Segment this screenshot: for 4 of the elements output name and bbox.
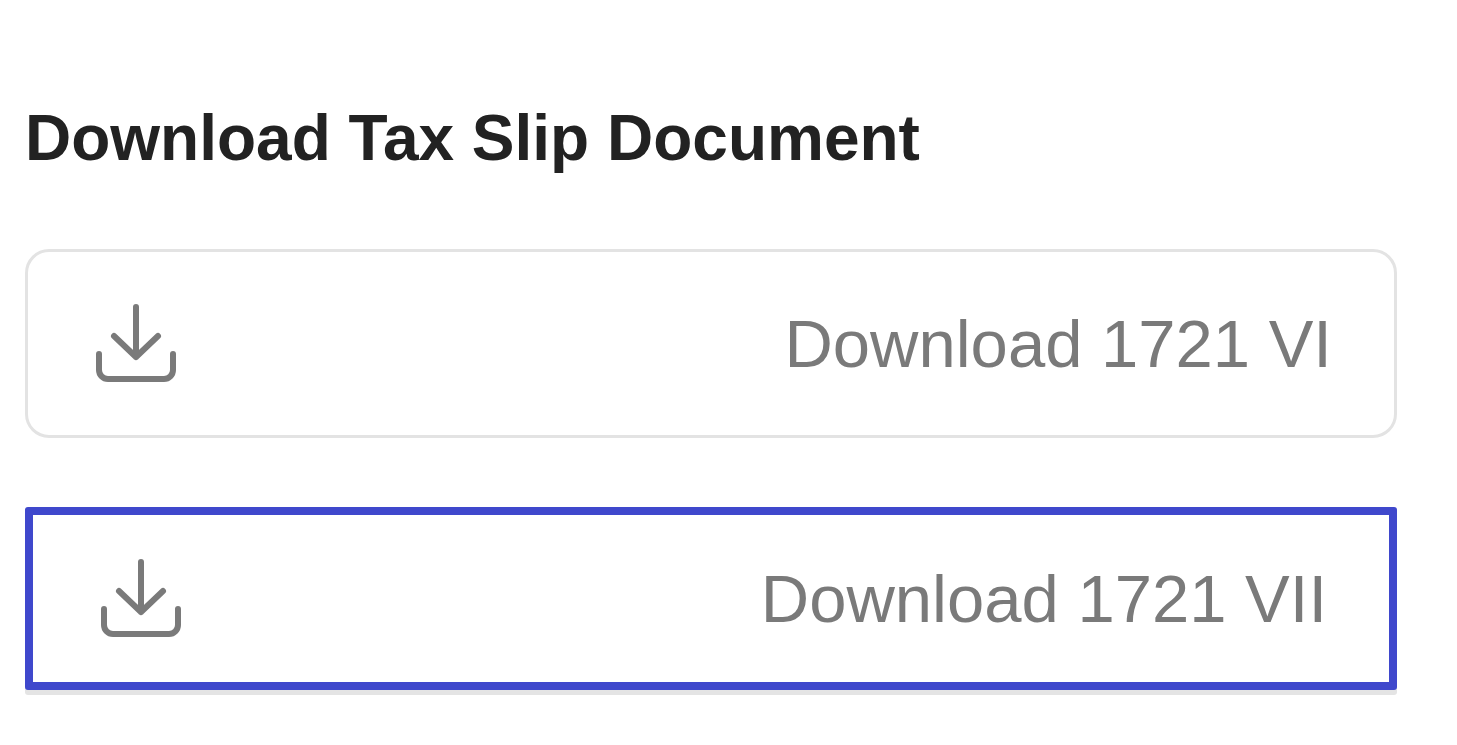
section-heading: Download Tax Slip Document xyxy=(25,101,920,176)
download-button[interactable]: Download 1721 VI xyxy=(25,249,1397,438)
download-icon xyxy=(101,558,181,639)
download-icon xyxy=(96,303,176,384)
